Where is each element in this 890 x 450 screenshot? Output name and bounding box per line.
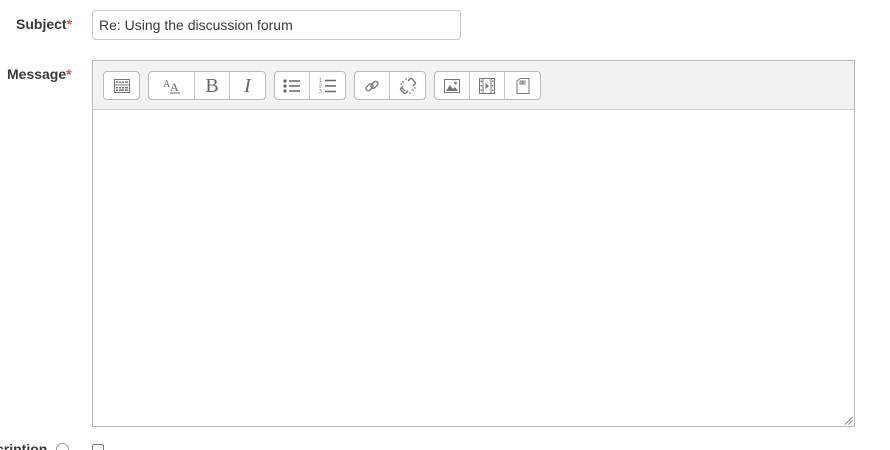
italic-button[interactable]: I <box>230 72 265 99</box>
description-checkbox[interactable] <box>92 444 104 450</box>
toolbar-toggle-icon <box>113 78 130 93</box>
toolbar-group-media <box>434 71 541 100</box>
svg-text:A: A <box>170 80 179 94</box>
toolbar-group-lists: 1 2 3 <box>274 71 346 100</box>
image-icon <box>444 78 460 93</box>
manage-files-button[interactable] <box>505 72 540 99</box>
image-button[interactable] <box>435 72 470 99</box>
toolbar-group-style: A A B I <box>148 71 266 100</box>
unlink-button[interactable] <box>390 72 425 99</box>
ordered-list-icon: 1 2 3 <box>319 78 336 95</box>
toolbar-group-collapse <box>103 71 140 100</box>
bold-icon: B <box>205 74 219 97</box>
help-icon[interactable] <box>56 443 69 450</box>
link-button[interactable] <box>355 72 390 99</box>
message-label: Message* <box>7 66 72 82</box>
forum-post-form: Subject* Message* <box>0 0 890 450</box>
subject-label-text: Subject <box>16 16 67 32</box>
description-label: cription <box>0 441 48 450</box>
manage-files-icon <box>516 77 529 94</box>
subject-input[interactable] <box>92 10 461 40</box>
editor-toolbar: A A B I 1 2 3 <box>93 61 854 110</box>
media-icon <box>479 77 495 94</box>
unordered-list-button[interactable] <box>275 72 310 99</box>
svg-text:3: 3 <box>319 89 322 95</box>
font-size-button[interactable]: A A <box>149 72 195 99</box>
toolbar-toggle-button[interactable] <box>104 72 139 99</box>
font-size-icon: A A <box>163 79 180 94</box>
message-editor: A A B I 1 2 3 <box>92 60 855 427</box>
media-button[interactable] <box>470 72 505 99</box>
resize-handle-icon[interactable] <box>844 416 853 425</box>
italic-icon: I <box>244 74 251 97</box>
message-content-area[interactable] <box>93 110 854 426</box>
unlink-icon <box>399 77 416 94</box>
message-label-text: Message <box>7 66 67 82</box>
required-marker: * <box>66 16 73 32</box>
subject-label: Subject* <box>16 16 72 32</box>
ordered-list-button[interactable]: 1 2 3 <box>310 72 345 99</box>
bold-button[interactable]: B <box>195 72 230 99</box>
unordered-list-icon <box>283 78 300 93</box>
toolbar-group-links <box>354 71 426 100</box>
link-icon <box>365 80 379 91</box>
required-marker: * <box>66 66 72 82</box>
